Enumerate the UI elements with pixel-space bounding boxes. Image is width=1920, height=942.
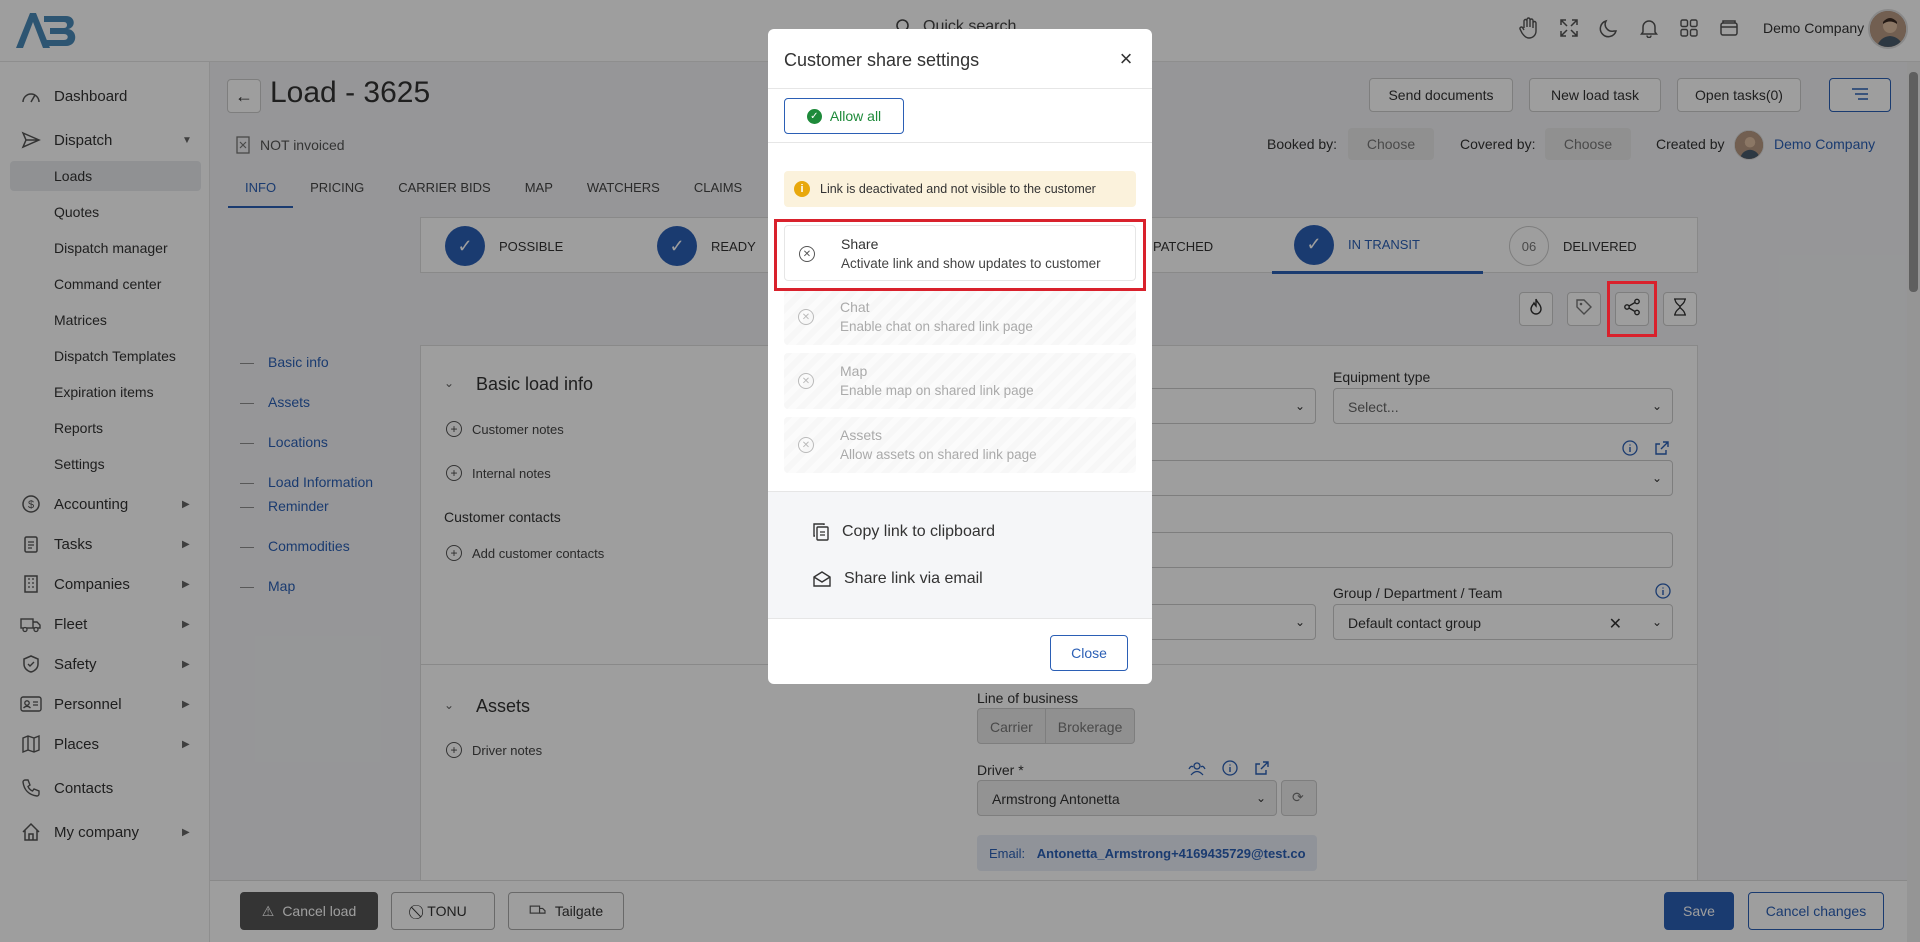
modal-title: Customer share settings (784, 50, 980, 70)
copy-link-label: Copy link to clipboard (842, 523, 995, 540)
share-button-highlight (1607, 281, 1657, 337)
copy-icon (813, 523, 829, 541)
copy-link-button[interactable]: Copy link to clipboard (812, 522, 995, 542)
check-circle-icon: ✓ (806, 108, 822, 124)
modal-close-button[interactable]: Close (1050, 635, 1128, 671)
app-root: Quick search Demo Company Dashboard Disp… (0, 0, 1920, 942)
share-settings-modal: Customer share settings × ✓ Allow all i … (768, 29, 1152, 684)
allow-all-button[interactable]: ✓ Allow all (784, 98, 904, 134)
share-email-label: Share link via email (844, 570, 983, 587)
warning-text: Link is deactivated and not visible to t… (820, 182, 1096, 196)
option-chat[interactable]: ✕ Chat Enable chat on shared link page (784, 289, 1136, 345)
close-icon[interactable]: × (1114, 46, 1138, 71)
option-desc: Enable chat on shared link page (840, 319, 1033, 334)
option-map[interactable]: ✕ Map Enable map on shared link page (784, 353, 1136, 409)
x-circle-icon: ✕ (798, 309, 814, 325)
option-desc: Enable map on shared link page (840, 383, 1034, 398)
option-title: Assets (840, 427, 883, 443)
allow-all-label: Allow all (829, 108, 882, 124)
modal-header: Customer share settings × (768, 29, 1152, 89)
share-email-button[interactable]: Share link via email (812, 570, 983, 588)
share-option-highlight (774, 219, 1146, 291)
envelope-open-icon (813, 571, 831, 587)
option-assets[interactable]: ✕ Assets Allow assets on shared link pag… (784, 417, 1136, 473)
option-title: Chat (840, 299, 870, 315)
info-warning-icon: i (794, 181, 810, 197)
divider (768, 142, 1152, 143)
option-title: Map (840, 363, 868, 379)
share-links-section: Copy link to clipboard Share link via em… (768, 491, 1152, 619)
x-circle-icon: ✕ (798, 437, 814, 453)
x-circle-icon: ✕ (798, 373, 814, 389)
option-desc: Allow assets on shared link page (840, 447, 1037, 462)
deactivated-warning: i Link is deactivated and not visible to… (784, 171, 1136, 207)
